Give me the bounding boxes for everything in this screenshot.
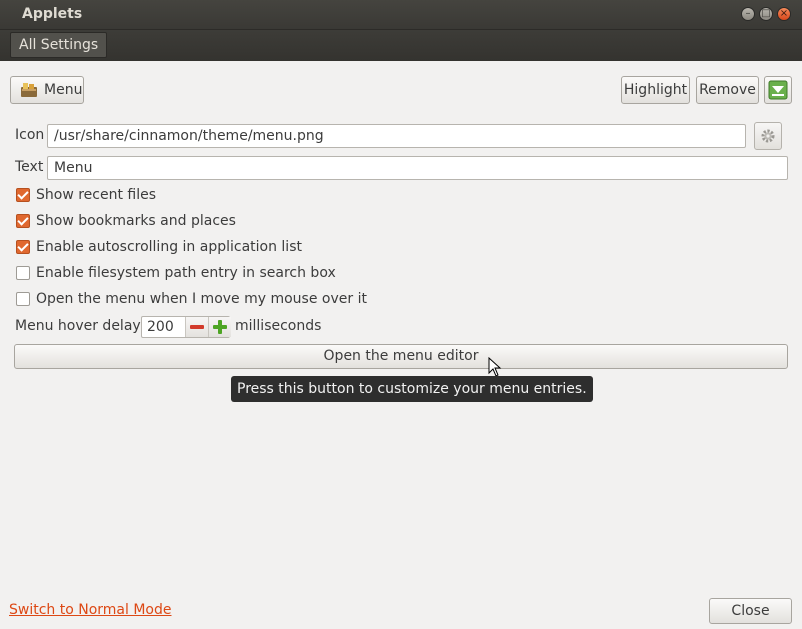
checkbox-open-on-hover[interactable]: Open the menu when I move my mouse over … <box>16 289 367 309</box>
checkbox-checked[interactable] <box>16 188 30 202</box>
minimize-button[interactable]: – <box>741 7 755 21</box>
maximize-button[interactable]: □ <box>759 7 773 21</box>
checkbox-label: Enable autoscrolling in application list <box>36 239 302 255</box>
switch-to-normal-mode-link[interactable]: Switch to Normal Mode <box>9 602 172 618</box>
close-window-button[interactable]: × <box>777 7 791 21</box>
text-label: Text <box>15 159 44 175</box>
hover-delay-label: Menu hover delay: <box>15 318 145 334</box>
checkbox-autoscrolling[interactable]: Enable autoscrolling in application list <box>16 237 302 257</box>
plus-icon[interactable] <box>208 317 231 337</box>
applet-menu-icon <box>21 83 37 97</box>
icon-path-input[interactable]: /usr/share/cinnamon/theme/menu.png <box>47 124 746 148</box>
hover-delay-value[interactable]: 200 <box>147 317 174 337</box>
open-menu-editor-button[interactable]: Open the menu editor <box>14 344 788 369</box>
checkbox-filesystem-path[interactable]: Enable filesystem path entry in search b… <box>16 263 336 283</box>
text-input[interactable]: Menu <box>47 156 788 180</box>
checkbox-checked[interactable] <box>16 214 30 228</box>
checkbox-unchecked[interactable] <box>16 266 30 280</box>
remove-button[interactable]: Remove <box>696 76 759 104</box>
checkbox-label: Show bookmarks and places <box>36 213 236 229</box>
checkbox-show-bookmarks[interactable]: Show bookmarks and places <box>16 211 236 231</box>
hover-delay-unit: milliseconds <box>235 318 322 334</box>
toolbar: All Settings <box>0 30 802 61</box>
highlight-button[interactable]: Highlight <box>621 76 690 104</box>
all-settings-button[interactable]: All Settings <box>10 32 108 58</box>
minus-icon[interactable] <box>185 317 208 337</box>
checkbox-label: Enable filesystem path entry in search b… <box>36 265 336 281</box>
hover-delay-spinbutton[interactable]: 200 <box>141 316 231 338</box>
icon-label: Icon <box>15 127 45 143</box>
editor-tooltip: Press this button to customize your menu… <box>231 376 593 402</box>
checkbox-label: Show recent files <box>36 187 157 203</box>
close-button[interactable]: Close <box>709 598 792 624</box>
applet-menu-button[interactable]: Menu <box>10 76 84 104</box>
checkbox-show-recent-files[interactable]: Show recent files <box>16 185 156 205</box>
icon-chooser-button[interactable] <box>754 122 782 150</box>
checkbox-unchecked[interactable] <box>16 292 30 306</box>
window-title: Applets <box>22 6 83 22</box>
checkbox-checked[interactable] <box>16 240 30 254</box>
checkbox-label: Open the menu when I move my mouse over … <box>36 291 367 307</box>
mouse-cursor-icon <box>488 357 502 377</box>
applet-menu-label: Menu <box>44 82 83 98</box>
move-down-button[interactable] <box>764 76 792 104</box>
title-bar: Applets – □ × <box>0 0 802 30</box>
move-down-icon <box>768 80 788 100</box>
gear-icon <box>761 129 775 143</box>
